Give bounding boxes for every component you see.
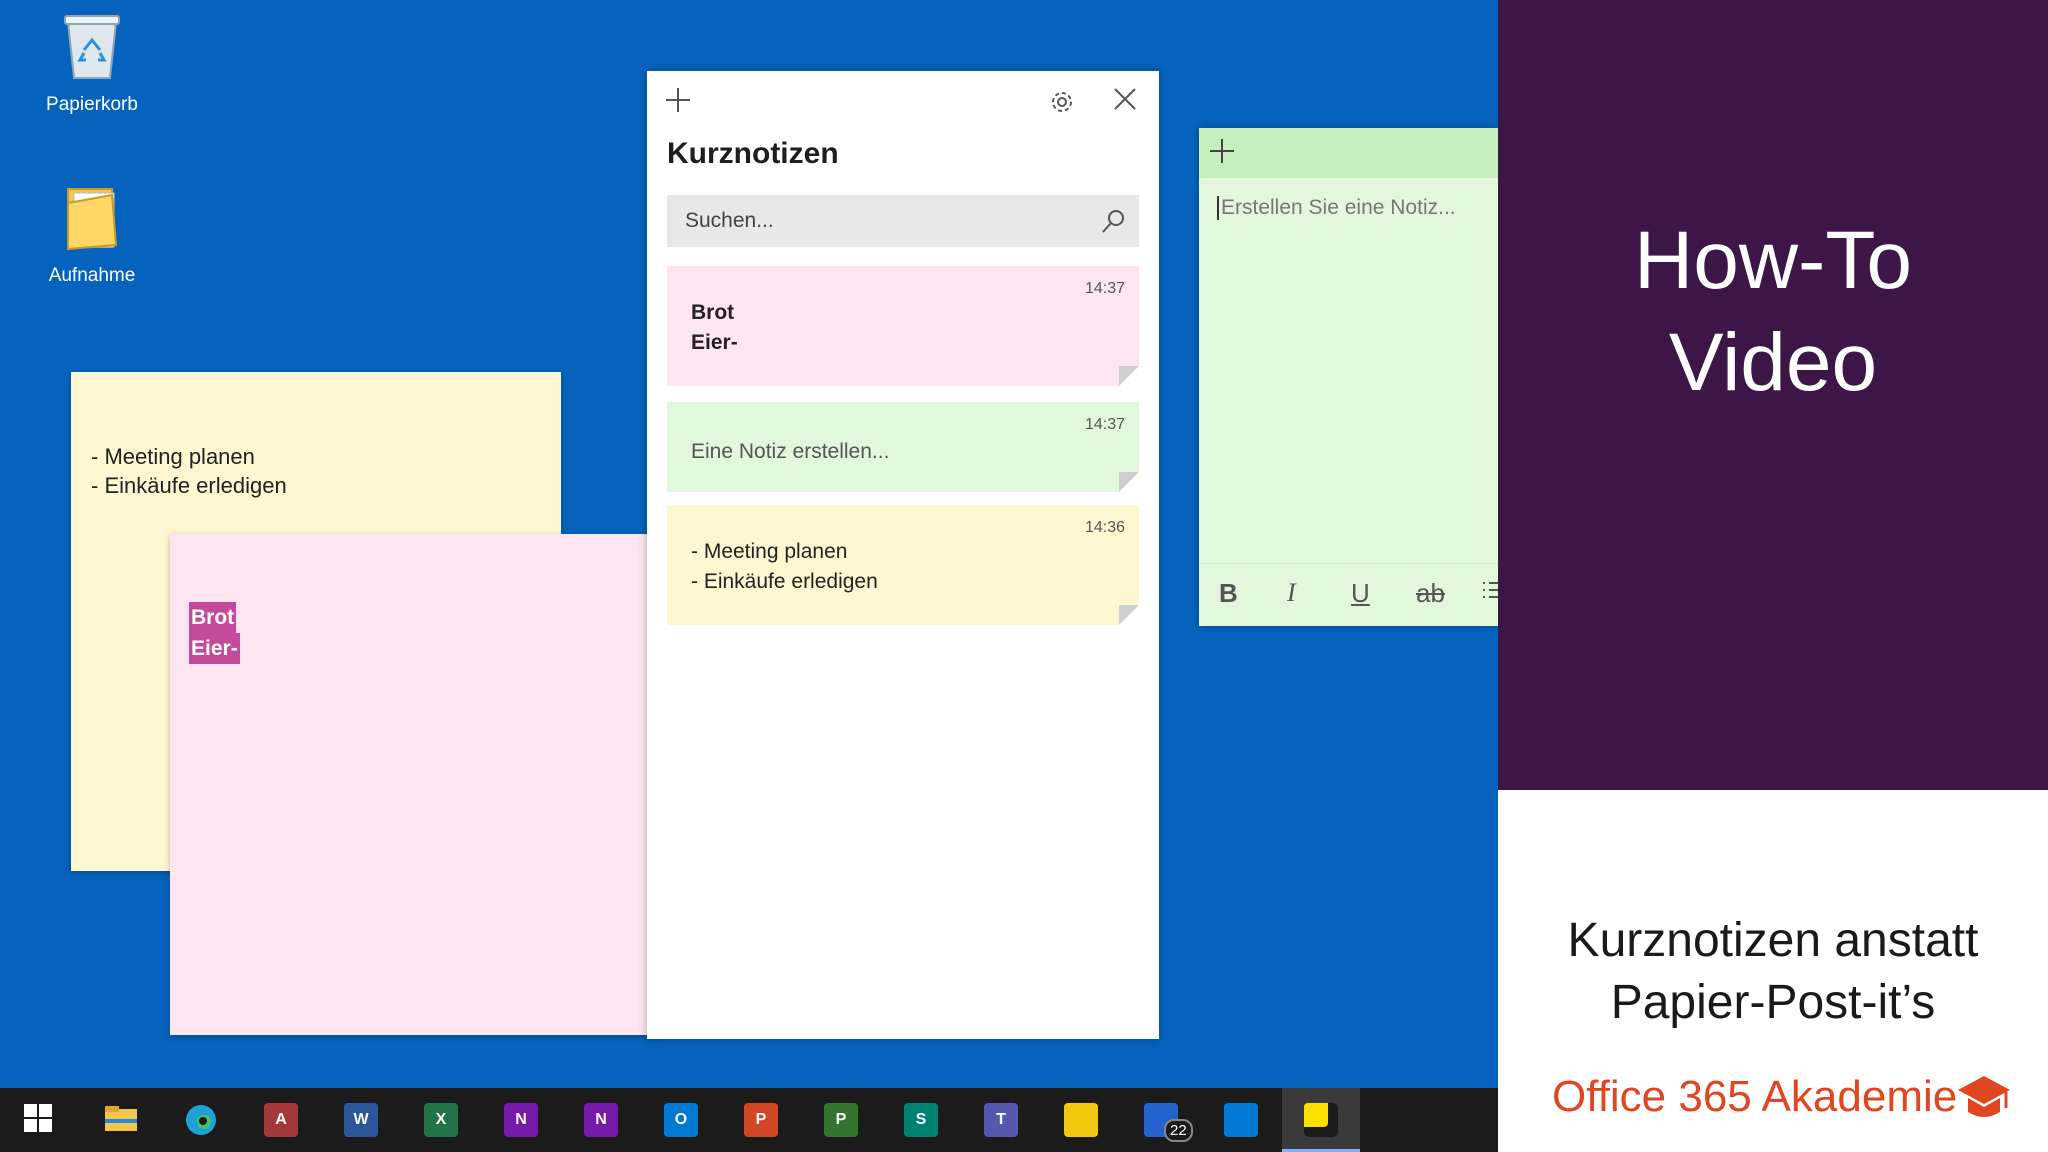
taskbar-access-button[interactable]: A (258, 1097, 304, 1143)
taskbar-power-bi-button[interactable] (1058, 1097, 1104, 1143)
gear-icon (1052, 92, 1072, 112)
note-preview: Brot Eier- (691, 301, 738, 354)
taskbar: A W X N N O P P S T 22 (0, 1088, 1498, 1152)
brand-name: Office 365 Akademie (1552, 1072, 1958, 1121)
taskbar-onenote-button[interactable]: N (498, 1097, 544, 1143)
desktop-icon-label: Aufnahme (48, 265, 136, 286)
window-title: Kurznotizen (667, 137, 839, 170)
taskbar-start-button[interactable] (15, 1097, 61, 1143)
taskbar-project-button[interactable]: P (818, 1097, 864, 1143)
sticky-notes-icon (1304, 1103, 1338, 1137)
note-timestamp: 14:37 (1084, 416, 1125, 433)
whiteboard-icon (1224, 1103, 1258, 1137)
teams-icon: T (984, 1103, 1018, 1137)
page-curl (1119, 472, 1139, 492)
selected-text-line: Brot (189, 602, 237, 633)
strikethrough-button[interactable]: ab (1416, 578, 1445, 609)
note-text[interactable]: Brot Eier- (189, 602, 240, 664)
add-note-button[interactable] (1209, 138, 1235, 170)
start-icon (21, 1103, 55, 1137)
plus-icon (666, 88, 690, 112)
folder-icon (17, 183, 167, 259)
onenote-icon: N (504, 1103, 538, 1137)
project-icon: P (824, 1103, 858, 1137)
note-editor[interactable]: Erstellen Sie eine Notiz... (1217, 196, 1456, 220)
format-toolbar: B I U ab (1199, 563, 1498, 626)
excel-icon: X (424, 1103, 458, 1137)
taskbar-word-button[interactable]: W (338, 1097, 384, 1143)
note-preview: - Meeting planen - Einkäufe erledigen (691, 540, 878, 593)
onenote-2-icon: N (584, 1103, 618, 1137)
taskbar-whiteboard-button[interactable] (1218, 1097, 1264, 1143)
taskbar-outlook-button[interactable]: O (658, 1097, 704, 1143)
taskbar-sway-button[interactable]: S (898, 1097, 944, 1143)
search-box[interactable] (667, 195, 1139, 247)
taskbar-teams-button[interactable]: T (978, 1097, 1024, 1143)
close-icon (1114, 88, 1136, 110)
promo-subtitle: Kurznotizen anstatt Papier-Post-it’s (1498, 910, 2048, 1034)
outlook-icon: O (664, 1103, 698, 1137)
taskbar-file-explorer-button[interactable] (98, 1097, 144, 1143)
sticky-note-green-editor: Erstellen Sie eine Notiz... B I U ab (1199, 128, 1498, 626)
promo-heading-line: Video (1668, 317, 1878, 408)
note-preview: Eine Notiz erstellen... (691, 440, 890, 463)
page-curl (1119, 605, 1139, 625)
promo-panel: How-To Video (1498, 0, 2048, 790)
edge-icon (184, 1103, 218, 1137)
promo-subtitle-line: Kurznotizen anstatt (1567, 914, 1979, 967)
promo-heading-line: How-To (1634, 215, 1912, 306)
desktop-icon-recycle-bin[interactable]: Papierkorb (17, 10, 167, 116)
italic-button[interactable]: I (1287, 578, 1296, 608)
selected-text-line: Eier- (189, 633, 240, 664)
note-list-item[interactable]: 14:37 Eine Notiz erstellen... (667, 402, 1139, 492)
desktop-icon-folder[interactable]: Aufnahme (17, 183, 167, 287)
note-list-item[interactable]: 14:36 - Meeting planen - Einkäufe erledi… (667, 505, 1139, 625)
promo-caption-panel: Kurznotizen anstatt Papier-Post-it’s Off… (1498, 790, 2048, 1152)
promo-heading: How-To Video (1498, 210, 2048, 414)
sway-icon: S (904, 1103, 938, 1137)
taskbar-todo-button[interactable]: 22 (1138, 1097, 1193, 1143)
note-title-bar[interactable] (1199, 128, 1498, 178)
underline-button[interactable]: U (1351, 578, 1370, 609)
power-bi-icon (1064, 1103, 1098, 1137)
graduation-cap-icon (1956, 1072, 2012, 1127)
taskbar-sticky-notes-button[interactable] (1298, 1097, 1344, 1143)
page-curl (1119, 366, 1139, 386)
taskbar-powerpoint-button[interactable]: P (738, 1097, 784, 1143)
taskbar-excel-button[interactable]: X (418, 1097, 464, 1143)
settings-button[interactable] (1048, 88, 1076, 122)
desktop-icon-label: Papierkorb (46, 94, 138, 115)
search-icon[interactable] (1101, 208, 1127, 239)
file-explorer-icon (104, 1103, 138, 1137)
taskbar-onenote-2-button[interactable]: N (578, 1097, 624, 1143)
word-icon: W (344, 1103, 378, 1137)
taskbar-edge-button[interactable] (178, 1097, 224, 1143)
note-timestamp: 14:37 (1084, 280, 1125, 297)
add-note-button[interactable] (665, 87, 691, 119)
access-icon: A (264, 1103, 298, 1137)
sticky-note-pink[interactable]: Brot Eier- (170, 534, 660, 1035)
list-icon (1483, 582, 1498, 598)
note-timestamp: 14:36 (1084, 519, 1125, 536)
sticky-notes-list-window: Kurznotizen 14:37 Brot Eier- 14:37 Eine … (647, 71, 1159, 1039)
close-button[interactable] (1113, 87, 1137, 117)
bullet-list-button[interactable] (1481, 578, 1498, 609)
desktop: Papierkorb Aufnahme - Meeting planen - E… (0, 0, 1498, 1152)
bold-button[interactable]: B (1219, 578, 1238, 609)
promo-subtitle-line: Papier-Post-it’s (1610, 976, 1936, 1029)
note-list-item[interactable]: 14:37 Brot Eier- (667, 266, 1139, 386)
powerpoint-icon: P (744, 1103, 778, 1137)
recycle-bin-icon (17, 10, 167, 88)
search-input[interactable] (667, 195, 1095, 247)
notification-badge: 22 (1164, 1119, 1193, 1142)
note-text[interactable]: - Meeting planen - Einkäufe erledigen (91, 442, 287, 500)
plus-icon (1210, 139, 1234, 163)
